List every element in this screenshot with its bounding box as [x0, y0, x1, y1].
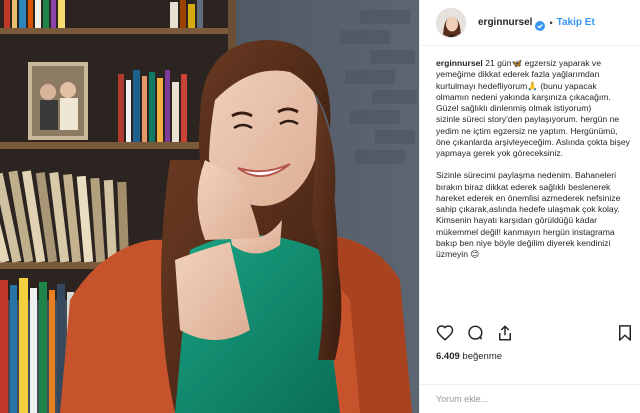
- verified-badge-icon: [535, 18, 546, 31]
- likes-label: beğenme: [462, 351, 503, 362]
- header-username[interactable]: erginnursel: [478, 17, 532, 28]
- avatar[interactable]: [436, 7, 466, 38]
- caption-paragraph: Sizinle sürecimi paylaşma nedenim. Bahan…: [436, 170, 621, 259]
- post-sidebar: erginnursel • Takip Et erginnursel 21 gü…: [419, 0, 640, 413]
- caption-username[interactable]: erginnursel: [436, 58, 483, 68]
- share-icon[interactable]: [496, 324, 514, 342]
- caption-paragraph: erginnursel 21 gün🦋 egzersiz yaparak ve …: [436, 58, 632, 114]
- header-separator: •: [549, 17, 553, 28]
- heart-icon[interactable]: [436, 324, 454, 342]
- instagram-post: erginnursel • Takip Et erginnursel 21 gü…: [0, 0, 640, 413]
- avatar-image: [437, 8, 465, 37]
- caption-paragraph: sizinle süreci story'den paylaşıyorum. h…: [436, 114, 630, 158]
- post-actions: [436, 322, 634, 344]
- comment-input[interactable]: [436, 394, 606, 404]
- likes-number: 6.409: [436, 351, 460, 362]
- comment-icon[interactable]: [466, 324, 484, 342]
- comment-bar: [420, 384, 640, 413]
- post-header: erginnursel • Takip Et: [420, 0, 640, 46]
- post-caption: erginnursel 21 gün🦋 egzersiz yaparak ve …: [436, 58, 632, 318]
- bookmark-icon[interactable]: [616, 324, 634, 342]
- follow-button[interactable]: Takip Et: [557, 17, 595, 28]
- post-photo-illustration: [0, 0, 419, 413]
- post-photo[interactable]: [0, 0, 419, 413]
- likes-count[interactable]: 6.409 beğenme: [436, 351, 502, 362]
